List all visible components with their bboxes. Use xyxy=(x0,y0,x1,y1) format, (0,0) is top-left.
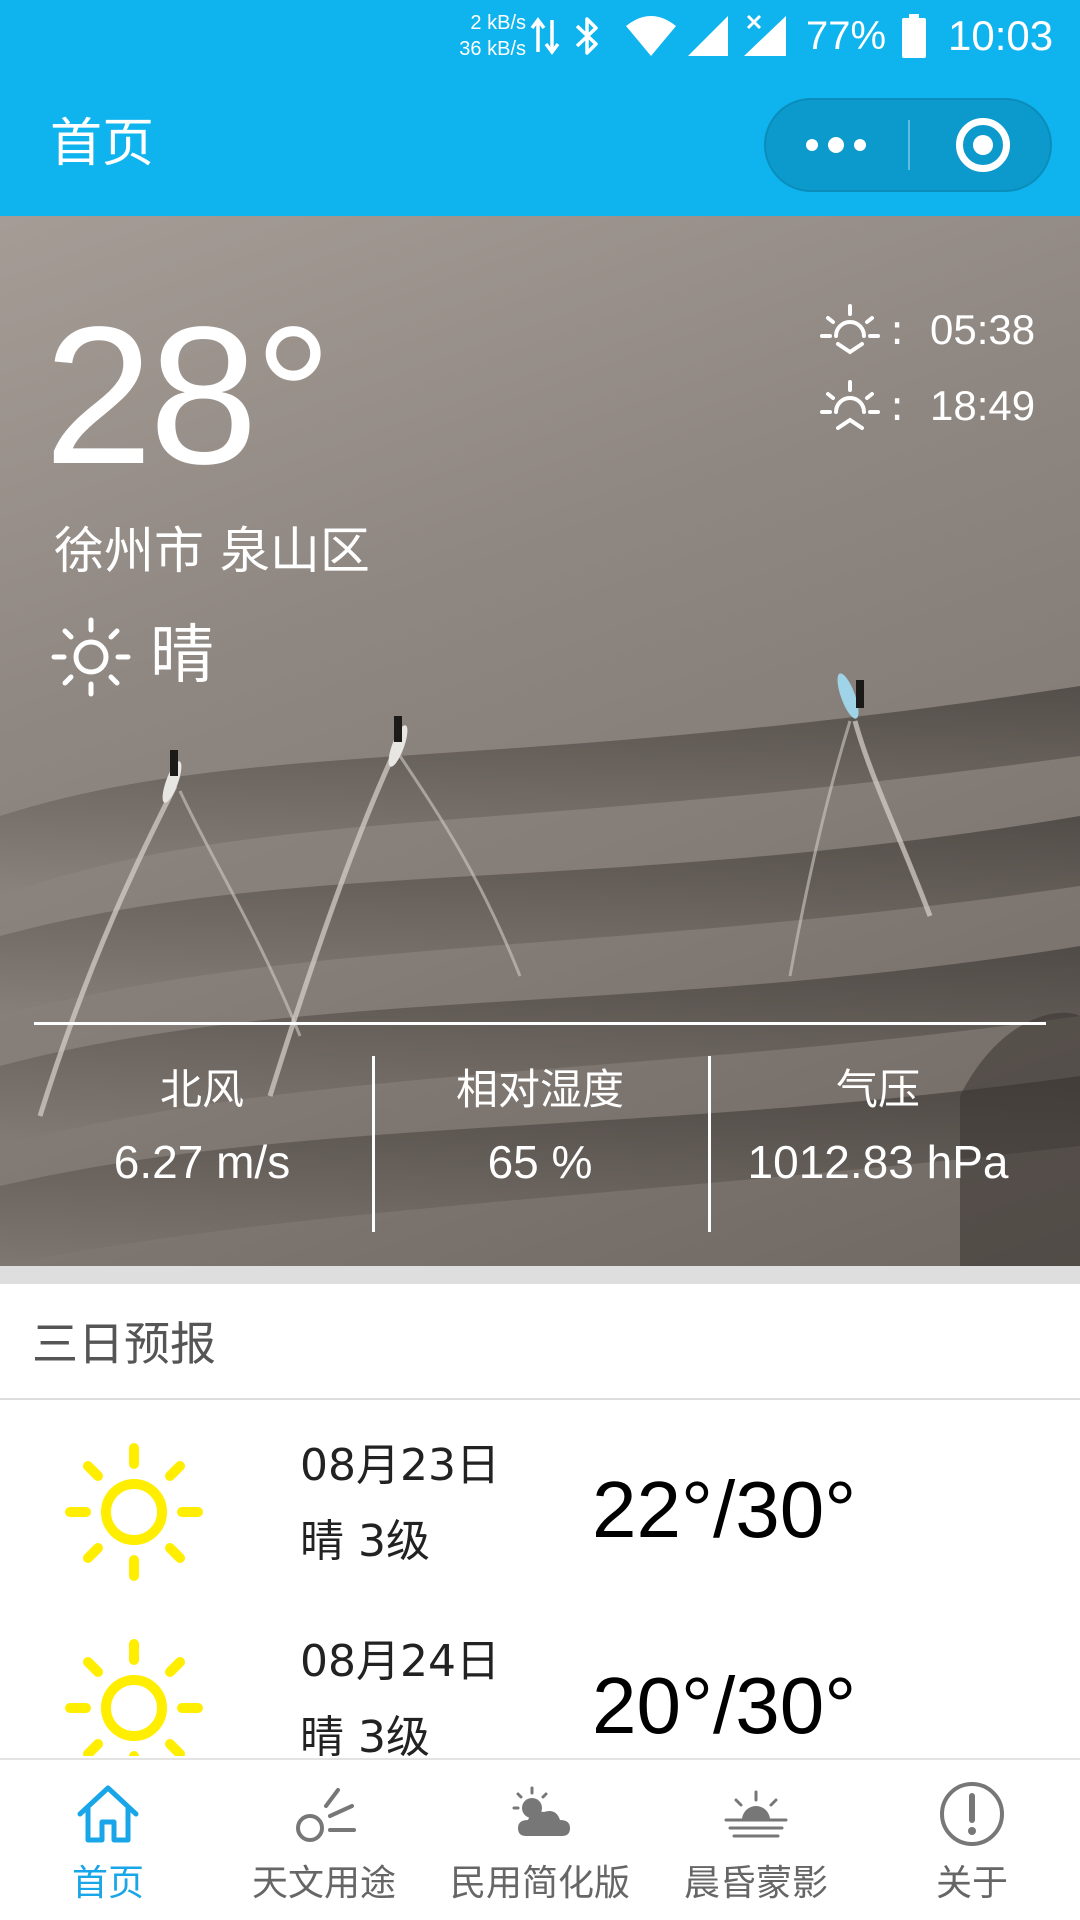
current-temperature: 28° xyxy=(44,286,332,505)
tab-astronomy[interactable]: 天文用途 xyxy=(216,1760,432,1920)
nav-bar: 首页 xyxy=(0,72,1080,216)
sun-icon xyxy=(65,1443,203,1581)
wind-stat: 北风 6.27 m/s xyxy=(32,1058,372,1208)
pressure-value: 1012.83 hPa xyxy=(747,1136,1009,1188)
capsule-divider xyxy=(908,120,910,170)
sun-icon xyxy=(65,1639,203,1756)
sunset-time: 18:49 xyxy=(930,382,1036,429)
stats-divider-line xyxy=(34,1022,1046,1025)
wifi-icon xyxy=(626,16,676,56)
mini-program-capsule xyxy=(764,98,1052,192)
tab-twilight[interactable]: 晨昏蒙影 xyxy=(648,1760,864,1920)
battery-icon xyxy=(902,14,926,58)
tab-label: 关于 xyxy=(935,1863,1008,1904)
humidity-stat: 相对湿度 65 % xyxy=(370,1058,710,1208)
target-close-icon[interactable] xyxy=(956,118,1010,172)
forecast-date: 08月23日 xyxy=(300,1440,500,1491)
forecast-date: 08月24日 xyxy=(300,1636,500,1687)
sun-cloud-icon xyxy=(512,1786,570,1836)
pressure-label: 气压 xyxy=(835,1065,920,1114)
tab-label: 晨昏蒙影 xyxy=(683,1863,828,1904)
forecast-desc: 晴 3级 xyxy=(300,1712,430,1756)
forecast-temp-range: 20°/30° xyxy=(592,1661,857,1750)
tab-label: 民用简化版 xyxy=(449,1863,630,1904)
clock: 10:03 xyxy=(948,12,1054,59)
download-speed: 36 kB/s xyxy=(459,38,526,60)
pressure-stat: 气压 1012.83 hPa xyxy=(708,1058,1048,1208)
tab-about[interactable]: 关于 xyxy=(864,1760,1080,1920)
sunset-colon: : xyxy=(890,381,905,430)
data-arrows-icon xyxy=(530,17,560,55)
tab-civil-simple[interactable]: 民用简化版 xyxy=(432,1760,648,1920)
sunset-icon xyxy=(820,380,880,430)
sunrise-colon: : xyxy=(890,305,905,354)
tab-label: 首页 xyxy=(71,1863,144,1904)
page-title: 首页 xyxy=(50,114,155,174)
signal-icon xyxy=(688,16,728,56)
humidity-value: 65 % xyxy=(487,1136,593,1188)
sunset-row: : 18:49 xyxy=(818,376,1058,436)
sunrise-row: : 05:38 xyxy=(818,300,1058,360)
sunrise-time: 05:38 xyxy=(930,306,1036,353)
forecast-divider xyxy=(0,1398,1080,1400)
forecast-desc: 晴 3级 xyxy=(300,1516,430,1567)
tab-bar: 首页 天文用途 民用简化版 晨昏蒙影 关于 xyxy=(0,1758,1080,1920)
forecast-title: 三日预报 xyxy=(32,1317,216,1371)
humidity-label: 相对湿度 xyxy=(455,1065,624,1114)
forecast-row: 08月24日 晴 3级 20°/30° xyxy=(0,1622,1080,1756)
sun-icon xyxy=(51,617,131,697)
current-weather-panel: 28° 徐州市 泉山区 晴 : 05:38: 18:49 北风 6.27 m/… xyxy=(0,216,1080,1266)
info-icon xyxy=(940,1782,1004,1846)
forecast-row: 08月23日 晴 3级 22°/30° xyxy=(0,1426,1080,1616)
telescope-icon xyxy=(296,1788,356,1842)
network-speed: 2 kB/s 36 kB/s xyxy=(436,10,526,62)
signal-no-sim-icon xyxy=(744,14,786,56)
section-gap xyxy=(0,1266,1080,1284)
more-dots-icon[interactable] xyxy=(766,100,906,190)
wind-value: 6.27 m/s xyxy=(113,1136,291,1188)
location: 徐州市 泉山区 xyxy=(54,522,370,580)
condition-text: 晴 xyxy=(150,619,214,693)
wind-label: 北风 xyxy=(159,1065,244,1114)
status-bar: 2 kB/s 36 kB/s 77% 10:03 xyxy=(0,0,1080,72)
upload-speed: 2 kB/s xyxy=(470,12,526,34)
sunrise-icon xyxy=(820,304,880,355)
tab-home[interactable]: 首页 xyxy=(0,1760,216,1920)
twilight-icon xyxy=(724,1790,788,1838)
battery-percent: 77% xyxy=(806,14,887,58)
forecast-temp-range: 22°/30° xyxy=(592,1465,857,1554)
home-icon xyxy=(77,1785,139,1843)
tab-label: 天文用途 xyxy=(251,1863,396,1904)
bluetooth-icon xyxy=(575,17,598,55)
